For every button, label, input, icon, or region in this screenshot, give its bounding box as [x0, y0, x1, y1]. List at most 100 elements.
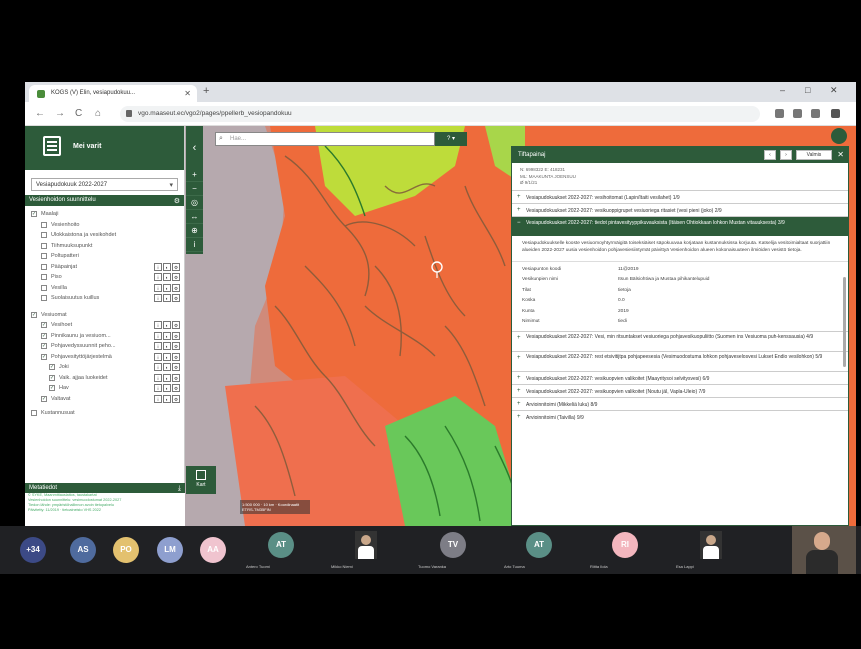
layer-item[interactable]: Ulokkaistona ja vesikohdet: [25, 230, 184, 241]
layer-item[interactable]: Piso i ◐ ⚙: [25, 272, 184, 283]
zoom-out-button[interactable]: −: [186, 182, 203, 196]
layer-checkbox[interactable]: [41, 242, 47, 249]
layer-checkbox[interactable]: [41, 295, 47, 301]
layer-checkbox[interactable]: ✓: [31, 211, 37, 217]
participant-tile[interactable]: TV Tuomo Varanka: [412, 526, 494, 574]
layer-item[interactable]: ✓ Joki i ◐ ⚙: [25, 362, 184, 373]
browser-tab[interactable]: KOGS (V) Elin, vesiapudokuu... ✕: [29, 85, 197, 102]
profile-icon[interactable]: [811, 109, 820, 118]
home-button[interactable]: ⌂: [95, 108, 101, 119]
layer-item[interactable]: Suolaisuutus kuillus i ◐ ⚙: [25, 293, 184, 304]
participant-tile[interactable]: Mikko Niemi: [325, 526, 407, 574]
result-section-open[interactable]: − Vesiapudokuukset 2022-2027: tiedot pint…: [512, 215, 848, 236]
participant-tile[interactable]: AT Antero Tuomi: [240, 526, 322, 574]
layer-item[interactable]: ✓ Vesihoet i ◐ ⚙: [25, 320, 184, 331]
settings-icon[interactable]: ⚙: [174, 197, 180, 205]
result-section[interactable]: + Vesiapudokuukset 2022-2027: vesikuopvie…: [512, 383, 848, 397]
close-icon[interactable]: ✕: [837, 150, 844, 159]
layer-checkbox[interactable]: [41, 232, 47, 238]
extension-icon[interactable]: [775, 109, 784, 118]
result-section[interactable]: + Vesiapudokuukset 2022-2027: vesikuoppig…: [512, 202, 848, 216]
print-icon[interactable]: [831, 128, 847, 144]
menu-icon[interactable]: [831, 109, 840, 118]
layer-checkbox[interactable]: ✓: [49, 374, 55, 381]
result-section[interactable]: + Vesiapudokuukset 2022-2027: vesikuopvie…: [512, 370, 848, 384]
minimize-button[interactable]: –: [780, 85, 785, 95]
layer-checkbox[interactable]: ✓: [41, 343, 47, 349]
reload-button[interactable]: C: [75, 108, 82, 119]
layer-tools[interactable]: i ◐ ⚙: [154, 384, 180, 392]
layer-item[interactable]: Poltupatteri: [25, 251, 184, 262]
participant-tile[interactable]: AT Arto Tuuma: [498, 526, 580, 574]
prev-button[interactable]: ‹: [764, 150, 776, 160]
search-options-button[interactable]: ? ▾: [435, 132, 467, 146]
result-section[interactable]: + Vesiapudokuukset 2022-2027: Vesi, min r…: [512, 330, 848, 351]
done-button[interactable]: Valmis: [796, 150, 832, 160]
layer-tools[interactable]: i ◐ ⚙: [154, 342, 180, 350]
layer-tools[interactable]: i ◐ ⚙: [154, 373, 180, 382]
layer-item[interactable]: ✓ Valtavat i ◐ ⚙: [25, 394, 184, 405]
layer-tools[interactable]: i ◐ ⚙: [154, 394, 180, 403]
window-close-button[interactable]: ✕: [830, 85, 838, 96]
layer-checkbox[interactable]: ✓: [49, 385, 55, 391]
layers-header[interactable]: Vesienhoidon suunnittelu ⚙: [25, 195, 184, 206]
result-section[interactable]: + Arvioinnitoimi (Taivilla) 9/9: [512, 409, 848, 423]
next-button[interactable]: ›: [780, 150, 792, 160]
layer-checkbox[interactable]: [41, 284, 47, 291]
layer-checkbox[interactable]: [41, 263, 47, 270]
home-extent-icon[interactable]: ⊕: [186, 224, 203, 238]
info-icon[interactable]: i: [186, 238, 203, 252]
download-icon[interactable]: ⤓: [178, 485, 181, 493]
maximize-button[interactable]: □: [805, 85, 810, 95]
layer-checkbox[interactable]: ✓: [41, 322, 47, 328]
map-search-input[interactable]: ⌕ Hae...: [215, 132, 435, 146]
layer-tools[interactable]: i ◐ ⚙: [154, 294, 180, 302]
participant-avatar[interactable]: AS: [70, 537, 96, 563]
layer-group[interactable]: ✓ Vesiuomat: [25, 310, 184, 321]
overflow-participants-badge[interactable]: +34: [20, 537, 46, 563]
layer-item[interactable]: ✓ Pohjavesityttöjärjestelmä i ◐ ⚙: [25, 352, 184, 363]
layer-checkbox[interactable]: [41, 221, 47, 228]
layer-item[interactable]: Vesilla i ◐ ⚙: [25, 283, 184, 294]
layer-checkbox[interactable]: [31, 410, 37, 416]
layer-tools[interactable]: i ◐ ⚙: [154, 273, 180, 281]
bookmark-icon[interactable]: [793, 109, 802, 118]
metadata-header[interactable]: Metatiedot ⤓: [25, 483, 185, 493]
layer-tools[interactable]: i ◐ ⚙: [154, 262, 180, 271]
layer-checkbox[interactable]: [41, 253, 47, 259]
layer-group[interactable]: ✓ Maalaji: [25, 209, 184, 220]
new-tab-button[interactable]: +: [203, 85, 209, 97]
layer-checkbox[interactable]: ✓: [31, 311, 37, 318]
layer-tools[interactable]: i ◐ ⚙: [154, 352, 180, 361]
map-level-select[interactable]: Vesiapudokuuk 2022-2027: [31, 178, 178, 191]
extra-layer-row[interactable]: Kustannusuat: [25, 408, 184, 419]
participant-avatar[interactable]: PO: [113, 537, 139, 563]
layer-checkbox[interactable]: ✓: [41, 332, 47, 339]
basemap-button[interactable]: Kart: [186, 466, 216, 494]
layer-item[interactable]: ✓ Pohjavedyssuunnit peho... i ◐ ⚙: [25, 341, 184, 352]
back-button[interactable]: ←: [35, 108, 45, 119]
tab-close-icon[interactable]: ✕: [184, 89, 191, 98]
layer-item[interactable]: Tiihmuuksupunkt: [25, 241, 184, 252]
layer-checkbox[interactable]: ✓: [41, 395, 47, 402]
result-section[interactable]: + Arvioinnitoimi (Mikkeliä luku) 8/9: [512, 396, 848, 410]
participant-tile[interactable]: Esa Lappi: [670, 526, 752, 574]
participant-tile[interactable]: RI Riitta Ilola: [584, 526, 666, 574]
layer-item[interactable]: Pääpainjat i ◐ ⚙: [25, 262, 184, 273]
participant-avatar[interactable]: AA: [200, 537, 226, 563]
panel-scrollbar[interactable]: [843, 277, 846, 367]
layer-tools[interactable]: i ◐ ⚙: [154, 363, 180, 371]
layer-checkbox[interactable]: ✓: [41, 353, 47, 360]
layer-tools[interactable]: i ◐ ⚙: [154, 321, 180, 329]
layer-checkbox[interactable]: ✓: [49, 364, 55, 370]
locate-icon[interactable]: ◎: [186, 196, 203, 210]
forward-button[interactable]: →: [55, 108, 65, 119]
layer-tools[interactable]: i ◐ ⚙: [154, 331, 180, 340]
layer-tools[interactable]: i ◐ ⚙: [154, 283, 180, 292]
self-view-video[interactable]: [792, 526, 856, 574]
layer-checkbox[interactable]: [41, 274, 47, 280]
layer-item[interactable]: Vesienhoito: [25, 220, 184, 231]
participant-avatar[interactable]: LM: [157, 537, 183, 563]
collapse-sidebar-button[interactable]: ‹: [186, 126, 203, 170]
url-input[interactable]: vgo.maaseut.ec/vgo2/pages/ppellerb_vesio…: [120, 106, 760, 122]
